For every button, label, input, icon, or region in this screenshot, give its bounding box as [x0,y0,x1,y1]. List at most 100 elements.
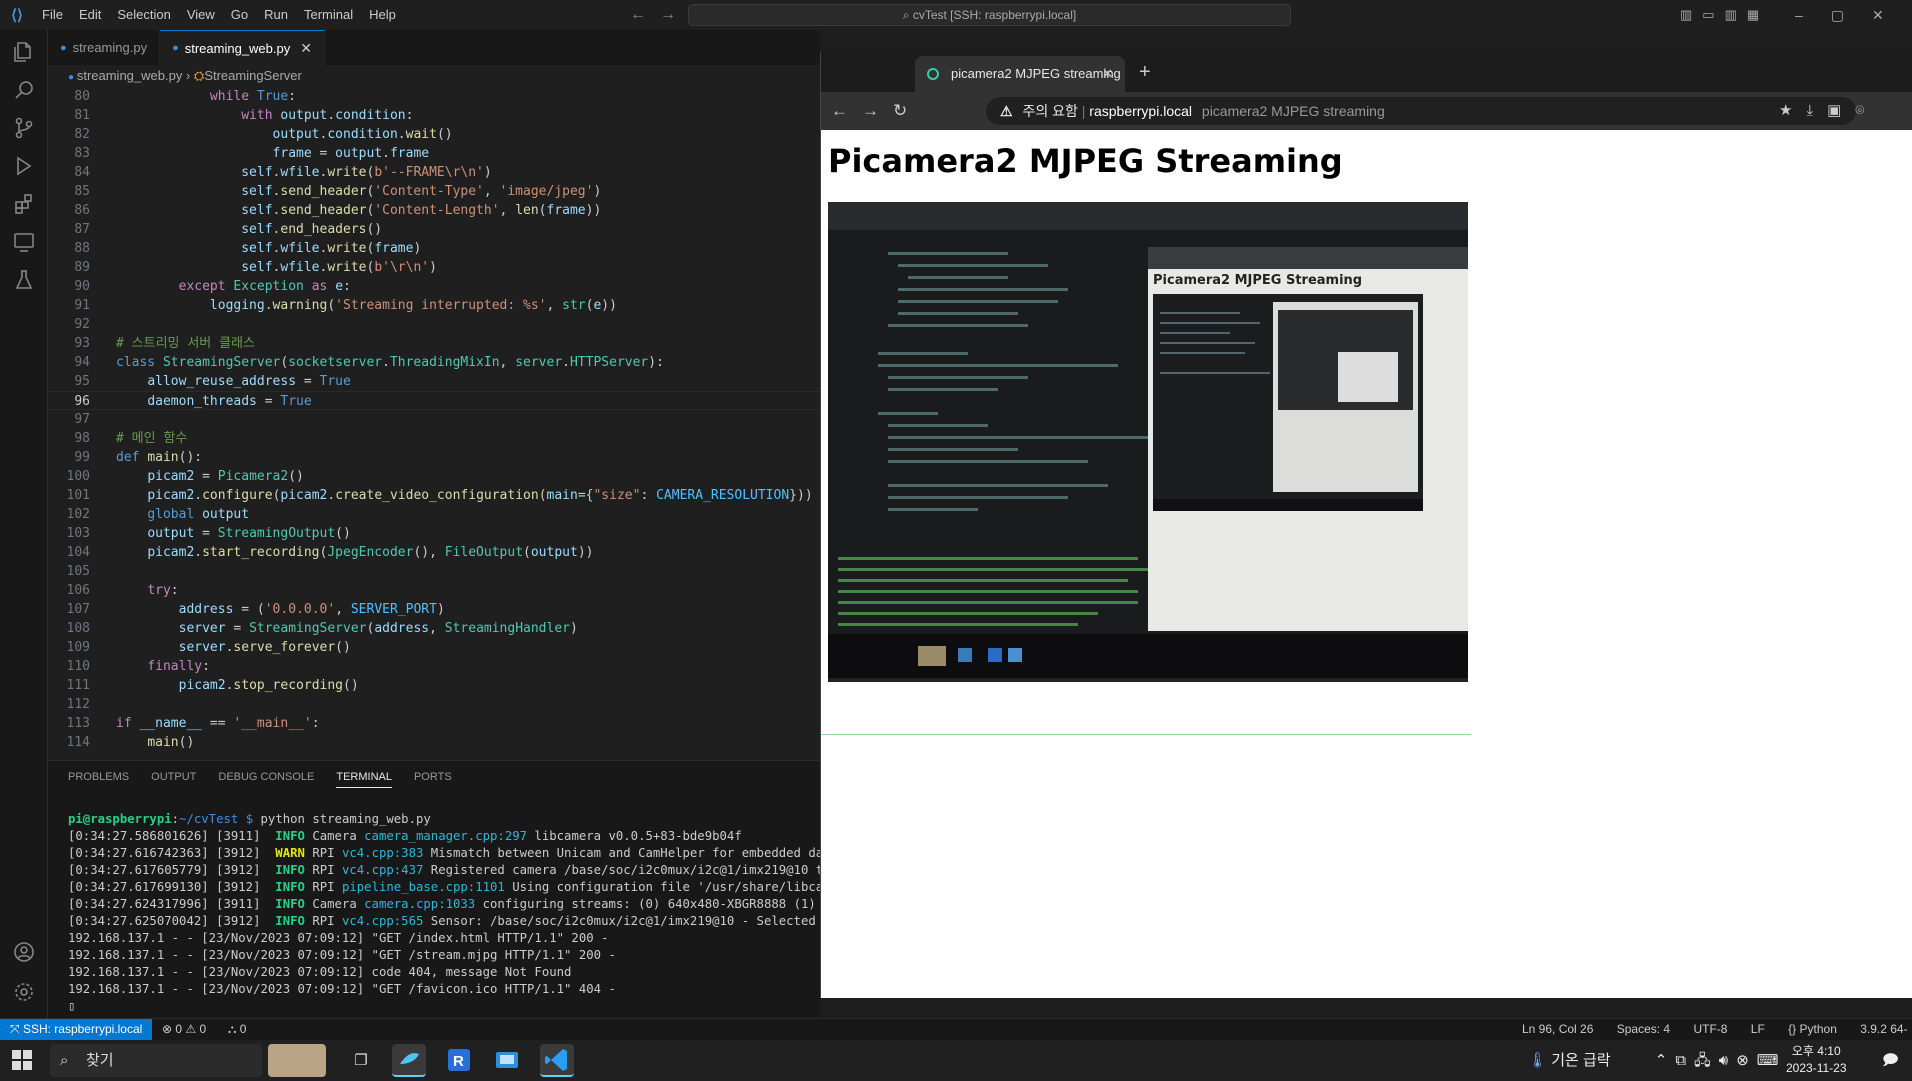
menu-go[interactable]: Go [223,0,256,30]
code-line[interactable]: 91 logging.warning('Streaming interrupte… [48,296,820,315]
indentation[interactable]: Spaces: 4 [1617,1022,1670,1036]
terminal-line: 192.168.137.1 - - [23/Nov/2023 07:09:12]… [68,982,616,996]
code-line[interactable]: 90 except Exception as e: [48,277,820,296]
browser-tool-icons[interactable]: ★⤓▣⌾ [1779,92,1878,130]
code-line[interactable]: 107 address = ('0.0.0.0', SERVER_PORT) [48,600,820,619]
menu-view[interactable]: View [179,0,223,30]
taskbar-app-r-icon[interactable]: R [442,1044,476,1077]
remote-icon: ⤧ [10,1022,23,1036]
code-line[interactable]: 109 server.serve_forever() [48,638,820,657]
code-line[interactable]: 83 frame = output.frame [48,144,820,163]
menu-run[interactable]: Run [256,0,296,30]
menu-selection[interactable]: Selection [109,0,178,30]
search-highlight-image[interactable] [268,1044,326,1077]
code-line[interactable]: 97 [48,410,820,429]
tab-streaming-py[interactable]: ● streaming.py [48,30,161,65]
code-line[interactable]: 103 output = StreamingOutput() [48,524,820,543]
notifications-icon[interactable]: 🗩 [1882,1050,1899,1075]
code-line[interactable]: 98 # 메인 함수 [48,429,820,448]
problems-count[interactable]: ⊗ 0 ⚠ 0 [162,1019,206,1040]
tab-ports[interactable]: PORTS [414,771,452,788]
task-view-icon[interactable]: ❐ [344,1044,378,1077]
search-icon: ⌕ [60,1052,69,1069]
code-line[interactable]: 106 try: [48,581,820,600]
terminal-line: [0:34:27.586801626] [3911] INFO Camera c… [68,829,742,843]
tab-terminal[interactable]: TERMINAL [336,771,392,788]
code-line[interactable]: 89 self.wfile.write(b'\r\n') [48,258,820,277]
tray-icons[interactable]: ⌃⧉🖧🔊︎⊗⌨ [1655,1052,1787,1069]
code-line[interactable]: 93 # 스트리밍 서버 클래스 [48,334,820,353]
menu-edit[interactable]: Edit [71,0,109,30]
breadcrumb-symbol[interactable]: StreamingServer [204,68,302,83]
code-line[interactable]: 84 self.wfile.write(b'--FRAME\r\n') [48,163,820,182]
nav-back-forward-icons[interactable]: ←→ [630,0,690,30]
code-line[interactable]: 95 allow_reuse_address = True [48,372,820,391]
command-center[interactable]: ⌕ cvTest [SSH: raspberrypi.local] [688,4,1291,26]
taskbar-app-remote-desktop-icon[interactable] [490,1044,524,1077]
line-number: 99 [74,450,90,465]
line-number: 105 [66,564,90,579]
settings-gear-icon[interactable] [0,970,48,1014]
tab-output[interactable]: OUTPUT [151,771,196,788]
testing-icon[interactable] [0,258,48,302]
code-line[interactable]: 86 self.send_header('Content-Length', le… [48,201,820,220]
code-editor[interactable]: 80 while True: 81 with output.condition: 8… [48,87,820,757]
security-warning[interactable]: 주의 요함 [1022,103,1077,119]
terminal-output[interactable]: pi@raspberrypi:~/cvTest $ python streami… [68,811,820,1015]
window-controls[interactable]: –▢✕ [1795,0,1912,30]
code-line[interactable]: 96 daemon_threads = True [48,391,820,410]
code-line[interactable]: 101 picam2.configure(picam2.create_video… [48,486,820,505]
code-line[interactable]: 111 picam2.stop_recording() [48,676,820,695]
code-line[interactable]: 88 self.wfile.write(frame) [48,239,820,258]
tab-streaming-web-py[interactable]: ● streaming_web.py ✕ [160,30,325,65]
line-number: 104 [66,545,90,560]
menu-terminal[interactable]: Terminal [296,0,361,30]
end-of-line[interactable]: LF [1751,1022,1765,1036]
code-line[interactable]: 81 with output.condition: [48,106,820,125]
address-bar[interactable]: ⚠ 주의 요함 | raspberrypi.local picamera2 MJ… [986,97,1856,125]
line-number: 106 [66,583,90,598]
forwarded-ports[interactable]: ⛬ 0 [228,1019,246,1040]
code-line[interactable]: 102 global output [48,505,820,524]
taskbar-search[interactable]: ⌕ 찾기 [50,1044,262,1077]
code-line[interactable]: 85 self.send_header('Content-Type', 'ima… [48,182,820,201]
remote-indicator[interactable]: ⤧ SSH: raspberrypi.local [0,1019,153,1041]
taskbar-app-vscode-icon[interactable] [540,1044,574,1077]
language-mode[interactable]: {} Python [1788,1022,1837,1036]
weather-text[interactable]: 기온 급락 [1551,1052,1610,1069]
python-file-icon: ● [172,42,179,54]
code-line[interactable]: 80 while True: [48,87,820,106]
cursor-position[interactable]: Ln 96, Col 26 [1522,1022,1593,1036]
code-line[interactable]: 110 finally: [48,657,820,676]
menu-file[interactable]: File [34,0,71,30]
new-tab-button[interactable]: + [1139,52,1151,92]
code-line[interactable]: 92 [48,315,820,334]
close-tab-icon[interactable]: ✕ [300,40,312,57]
breadcrumb-file[interactable]: streaming_web.py [77,68,183,83]
code-line[interactable]: 99 def main(): [48,448,820,467]
code-text: try: [147,583,179,598]
code-line[interactable]: 82 output.condition.wait() [48,125,820,144]
code-line[interactable]: 113 if __name__ == '__main__': [48,714,820,733]
code-line[interactable]: 112 [48,695,820,714]
code-line[interactable]: 104 picam2.start_recording(JpegEncoder()… [48,543,820,562]
code-line[interactable]: 94 class StreamingServer(socketserver.Thr… [48,353,820,372]
close-tab-icon[interactable]: ✕ [1102,56,1113,92]
encoding[interactable]: UTF-8 [1693,1022,1727,1036]
browser-tab[interactable]: picamera2 MJPEG streaming ✕ [915,56,1125,92]
tab-debug-console[interactable]: DEBUG CONSOLE [218,771,314,788]
layout-toggle-icons[interactable]: ▥▭▥▦ [1680,0,1769,30]
menu-help[interactable]: Help [361,0,404,30]
code-line[interactable]: 108 server = StreamingServer(address, St… [48,619,820,638]
code-line[interactable]: 100 picam2 = Picamera2() [48,467,820,486]
browser-nav-icons[interactable]: ←→↻ [831,92,921,130]
account-icon[interactable] [0,930,48,974]
code-line[interactable]: 87 self.end_headers() [48,220,820,239]
code-line[interactable]: 114 main() [48,733,820,752]
code-line[interactable]: 105 [48,562,820,581]
windows-start-icon[interactable] [12,1050,32,1074]
clock[interactable]: 오후 4:10 2023-11-23 [1786,1043,1847,1077]
tab-problems[interactable]: PROBLEMS [68,771,129,788]
thermometer-icon: 🌡︎ [1528,1052,1548,1069]
taskbar-app-bird-icon[interactable] [392,1044,426,1077]
